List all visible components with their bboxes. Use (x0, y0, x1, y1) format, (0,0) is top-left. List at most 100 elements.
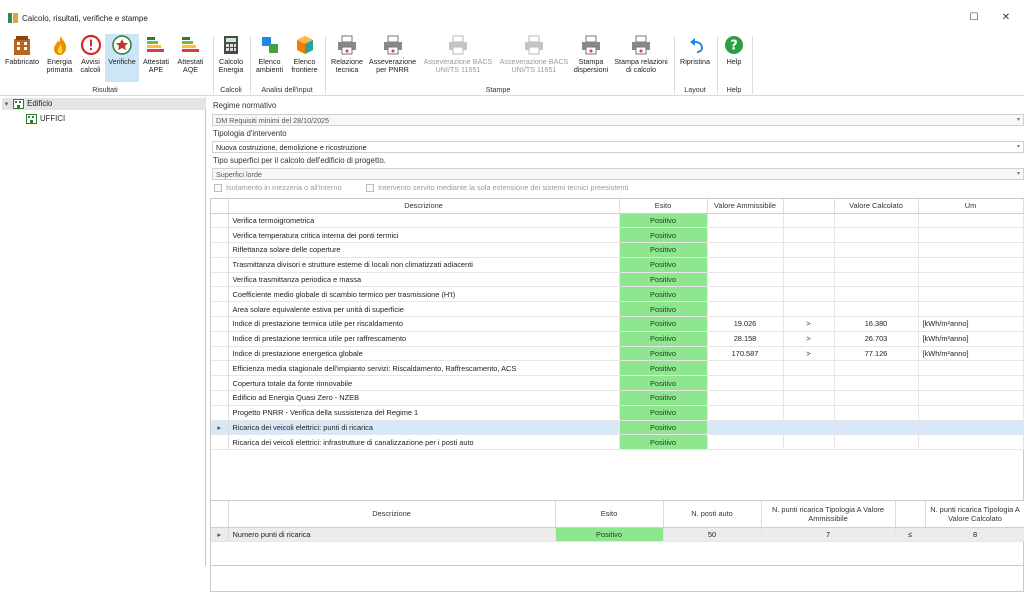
table-row[interactable]: Coefficiente medio globale di scambio te… (211, 286, 1024, 303)
row-descrizione: Indice di prestazione termica utile per … (228, 331, 620, 347)
tipologia-label: Tipologia d'intervento (213, 129, 287, 138)
table-row[interactable]: Verifica termoigrometrica Positivo (211, 213, 1024, 229)
ribbon-toolbar: Fabbricato Energia primaria Avvisi calco… (0, 34, 1024, 96)
row-um (918, 227, 1024, 244)
row-valore-ammissibile (707, 272, 784, 288)
row-descrizione: Ricarica dei veicoli elettrici: infrastr… (228, 434, 620, 451)
row-valore-ammissibile (707, 213, 784, 229)
intervento-checkbox[interactable]: Intervento servito mediante la sola este… (366, 183, 628, 193)
row-operator (783, 434, 835, 451)
help-button[interactable]: ? Help (721, 34, 747, 82)
table-row[interactable]: Verifica trasmittanza periodica e massa P… (211, 272, 1024, 288)
printer-icon (449, 35, 467, 55)
table-row[interactable]: ▸ Ricarica dei veicoli elettrici: punti d… (211, 420, 1024, 436)
row-esito: Positivo (619, 375, 708, 392)
attestati-ape-button[interactable]: Attestati APE (140, 34, 172, 82)
col-header-descrizione-2[interactable]: Descrizione (228, 501, 556, 528)
row-esito: Positivo (619, 272, 708, 288)
elenco-ambienti-button[interactable]: Elenco ambienti (253, 34, 286, 82)
table-row[interactable]: ▸ Numero punti di ricarica Positivo 50 7… (211, 527, 1024, 543)
tipologia-select[interactable]: Nuova costruzione, demolizione e ricostr… (212, 141, 1024, 153)
row-indicator-icon: ▸ (211, 420, 229, 436)
relazione-tecnica-button[interactable]: Relazione tecnica (329, 34, 365, 82)
row-indicator-icon (211, 213, 229, 229)
asseverazione-bacs-button[interactable]: Asseverazione BACS UNI/TS 11651 (421, 34, 495, 82)
tree-node-edificio[interactable]: ▾ Edificio (2, 98, 206, 110)
col-header-descrizione[interactable]: Descrizione (228, 199, 620, 214)
col-header-valore-ammissibile[interactable]: Valore Ammissibile (707, 199, 784, 214)
row-esito: Positivo (619, 242, 708, 258)
energia-primaria-button[interactable]: Energia primaria (43, 34, 76, 82)
table-row[interactable]: Progetto PNRR - Verifica della sussisten… (211, 405, 1024, 421)
row-valore-ammissibile: 28.158 (707, 331, 784, 347)
isolamento-checkbox[interactable]: Isolamento in mezzeria o all'interno (214, 183, 342, 193)
row-operator (783, 360, 835, 377)
asseverazione-bacs-2-button[interactable]: Asseverazione BACS UNI/TS 11651 (497, 34, 571, 82)
table-row[interactable]: Efficienza media stagionale dell'impiant… (211, 360, 1024, 377)
row-indicator-icon (211, 390, 229, 406)
col-header-valore-calcolato[interactable]: Valore Calcolato (834, 199, 919, 214)
row-descrizione: Numero punti di ricarica (228, 527, 556, 543)
table-row[interactable]: Edificio ad Energia Quasi Zero - NZEB Pos… (211, 390, 1024, 406)
stampa-relazioni-calcolo-button[interactable]: Stampa relazioni di calcolo (612, 34, 670, 82)
close-button[interactable]: ✕ (998, 10, 1014, 26)
table-row[interactable]: Indice di prestazione termica utile per … (211, 331, 1024, 347)
row-indicator-icon (211, 227, 229, 244)
maximize-button[interactable]: ☐ (966, 10, 982, 26)
row-um: [kWh/m²anno] (918, 316, 1024, 332)
elenco-frontiere-button[interactable]: Elenco frontiere (288, 34, 321, 82)
row-operator (783, 272, 835, 288)
row-operator: > (783, 346, 835, 362)
table-row[interactable]: Copertura totale da fonte rinnovabile Pos… (211, 375, 1024, 392)
table-row[interactable]: Riflettanza solare delle coperture Positi… (211, 242, 1024, 258)
row-ammissibile: 7 (761, 527, 896, 543)
col-header-um[interactable]: Um (918, 199, 1024, 214)
superfici-label: Tipo superfici per il calcolo dell'edifi… (213, 156, 386, 165)
verifiche-button[interactable]: Verifiche (105, 34, 139, 82)
row-descrizione: Verifica termoigrometrica (228, 213, 620, 229)
tree-node-uffici[interactable]: UFFICI (26, 113, 196, 125)
table-row[interactable]: Ricarica dei veicoli elettrici: infrastr… (211, 434, 1024, 451)
row-operator (783, 286, 835, 303)
table-row[interactable]: Area solare equivalente estiva per unità… (211, 301, 1024, 318)
table-row[interactable]: Verifica temperatura critica interna dei… (211, 227, 1024, 244)
row-um (918, 390, 1024, 406)
emblem-icon (112, 35, 132, 55)
row-valore-ammissibile: 19.026 (707, 316, 784, 332)
attestati-aqe-button[interactable]: Attestati AQE (174, 34, 207, 82)
col-header-ricarica-ammissibile[interactable]: N. punti ricarica Tipologia A Valore Amm… (761, 501, 896, 528)
row-valore-calcolato: 26.703 (834, 331, 919, 347)
row-indicator-icon (211, 316, 229, 332)
table-row[interactable]: Trasmittanza divisori e strutture estern… (211, 257, 1024, 273)
fabbricato-button[interactable]: Fabbricato (2, 34, 42, 82)
row-valore-calcolato (834, 375, 919, 392)
row-valore-ammissibile (707, 227, 784, 244)
chevron-down-icon: ▾ (1016, 117, 1020, 123)
cube-icon (296, 36, 313, 54)
row-esito: Positivo (619, 316, 708, 332)
row-um (918, 405, 1024, 421)
calcolo-energia-button[interactable]: Calcolo Energia (216, 34, 246, 82)
regime-select[interactable]: DM Requisiti minimi del 28/10/2025 ▾ (212, 114, 1024, 126)
table-row[interactable]: Indice di prestazione energetica globale… (211, 346, 1024, 362)
building-node-icon (26, 113, 37, 124)
col-header-esito-2[interactable]: Esito (555, 501, 664, 528)
avvisi-calcoli-button[interactable]: Avvisi calcoli (77, 34, 104, 82)
superfici-select[interactable]: Superfici lorde ▾ (212, 168, 1024, 180)
table-row[interactable]: Indice di prestazione termica utile per … (211, 316, 1024, 332)
col-header-ricarica-calcolato[interactable]: N. punti ricarica Tipologia A Valore Cal… (925, 501, 1024, 528)
row-esito: Positivo (619, 360, 708, 377)
row-valore-calcolato (834, 434, 919, 451)
row-descrizione: Copertura totale da fonte rinnovabile (228, 375, 620, 392)
ricarica-table: Descrizione Esito N. posti auto N. punti… (210, 500, 1024, 566)
collapse-icon[interactable]: ▾ (2, 99, 11, 111)
ripristina-button[interactable]: Ripristina (677, 34, 713, 82)
col-header-posti-auto[interactable]: N. posti auto (663, 501, 762, 528)
row-operator (783, 257, 835, 273)
col-header-esito[interactable]: Esito (619, 199, 708, 214)
row-operator: > (783, 331, 835, 347)
stampa-dispersioni-button[interactable]: Stampa dispersioni (572, 34, 610, 82)
asseverazione-pnrr-button[interactable]: Asseverazione per PNRR (366, 34, 419, 82)
row-operator (783, 375, 835, 392)
row-esito: Positivo (619, 227, 708, 244)
